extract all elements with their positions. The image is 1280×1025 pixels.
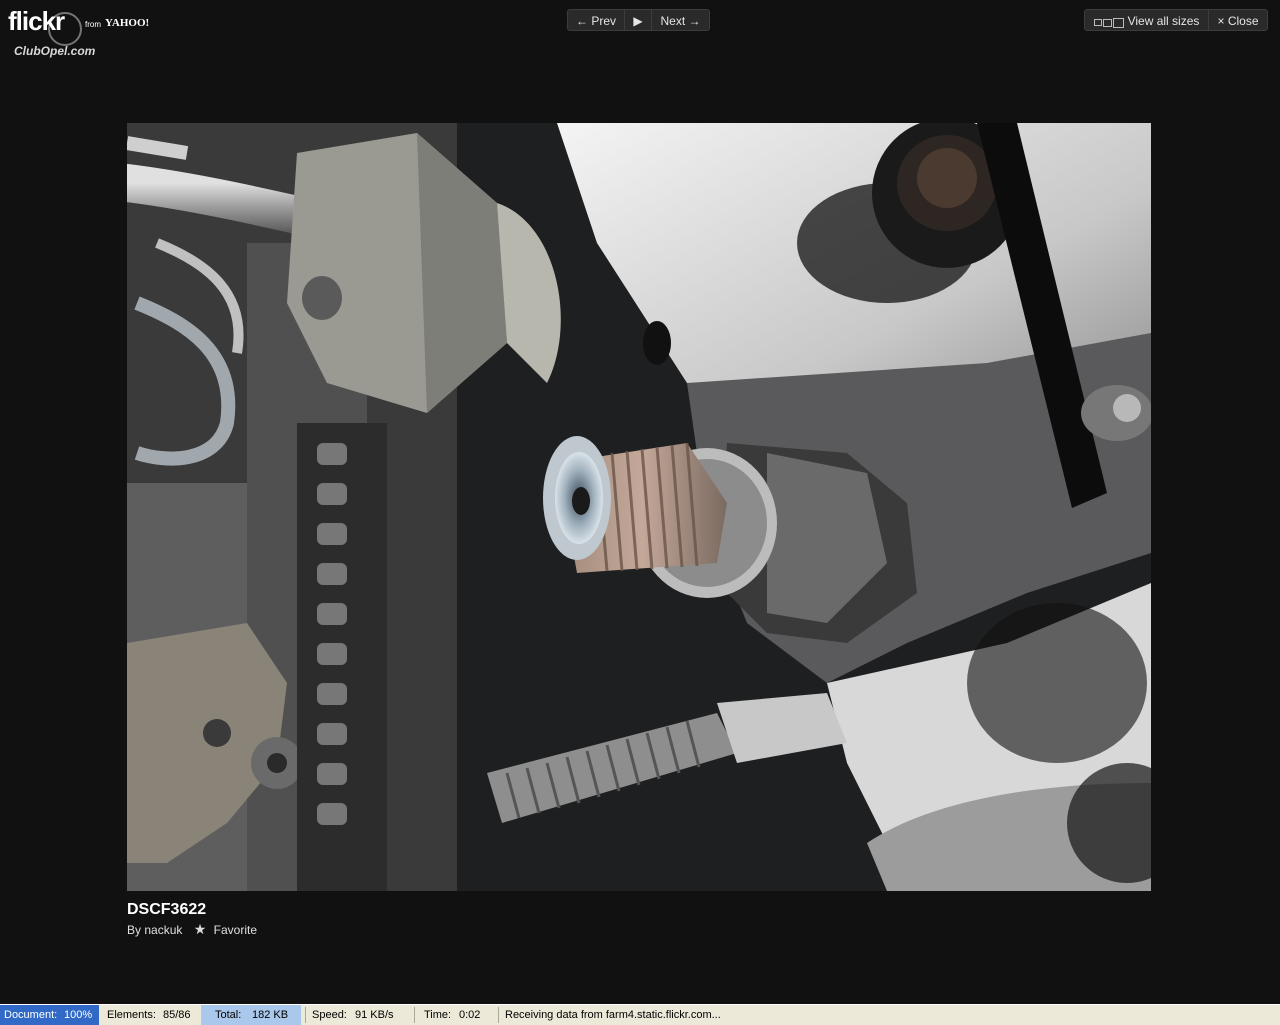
favorite-link[interactable]: Favorite bbox=[214, 923, 257, 937]
status-total: Total: 182 KB bbox=[201, 1005, 301, 1025]
view-all-sizes-button[interactable]: View all sizes bbox=[1084, 9, 1209, 31]
next-button[interactable]: Next → bbox=[651, 9, 710, 31]
slideshow-play-button[interactable]: ▶ bbox=[624, 9, 652, 31]
status-elements-label: Elements: bbox=[107, 1009, 156, 1021]
flickr-logo[interactable]: flickr from YAHOO! ClubOpel.com bbox=[8, 6, 168, 62]
status-time: Time: 0:02 bbox=[420, 1005, 498, 1025]
author-link[interactable]: nackuk bbox=[144, 923, 182, 937]
status-elements-value: 85/86 bbox=[163, 1009, 191, 1021]
status-speed: Speed: 91 KB/s bbox=[308, 1005, 414, 1025]
logo-from-text: from bbox=[85, 20, 101, 29]
status-document-label: Document: bbox=[4, 1009, 58, 1021]
status-separator bbox=[414, 1007, 415, 1023]
prev-button[interactable]: ← Prev bbox=[567, 9, 625, 31]
flickr-wordmark: flickr bbox=[8, 6, 65, 36]
sizes-icon bbox=[1093, 11, 1125, 33]
yahoo-wordmark: YAHOO! bbox=[105, 17, 150, 29]
status-document-value: 100% bbox=[64, 1009, 93, 1021]
status-total-label: Total: bbox=[215, 1009, 242, 1021]
watermark-text: ClubOpel.com bbox=[14, 44, 96, 58]
status-separator bbox=[305, 1007, 306, 1023]
status-separator bbox=[498, 1007, 499, 1023]
status-elements: Elements: 85/86 bbox=[103, 1005, 199, 1025]
status-time-value: 0:02 bbox=[459, 1009, 481, 1021]
photo-title: DSCF3622 bbox=[127, 901, 207, 918]
view-all-sizes-label: View all sizes bbox=[1127, 14, 1200, 28]
status-message: Receiving data from farm4.static.flickr.… bbox=[505, 1009, 721, 1021]
by-label: By bbox=[127, 923, 142, 937]
byline: By nackuk ★ Favorite bbox=[127, 921, 257, 938]
status-speed-label: Speed: bbox=[312, 1009, 347, 1021]
engine-photo-image bbox=[127, 123, 1151, 891]
status-time-label: Time: bbox=[424, 1009, 452, 1021]
photo[interactable] bbox=[127, 123, 1151, 891]
close-button[interactable]: × Close bbox=[1208, 9, 1268, 31]
status-bar: Document: 100% Elements: 85/86 Total: 18… bbox=[0, 1004, 1280, 1025]
star-icon[interactable]: ★ bbox=[194, 921, 207, 938]
status-total-value: 182 KB bbox=[252, 1009, 289, 1021]
status-speed-value: 91 KB/s bbox=[355, 1009, 394, 1021]
status-document: Document: 100% bbox=[0, 1005, 99, 1025]
